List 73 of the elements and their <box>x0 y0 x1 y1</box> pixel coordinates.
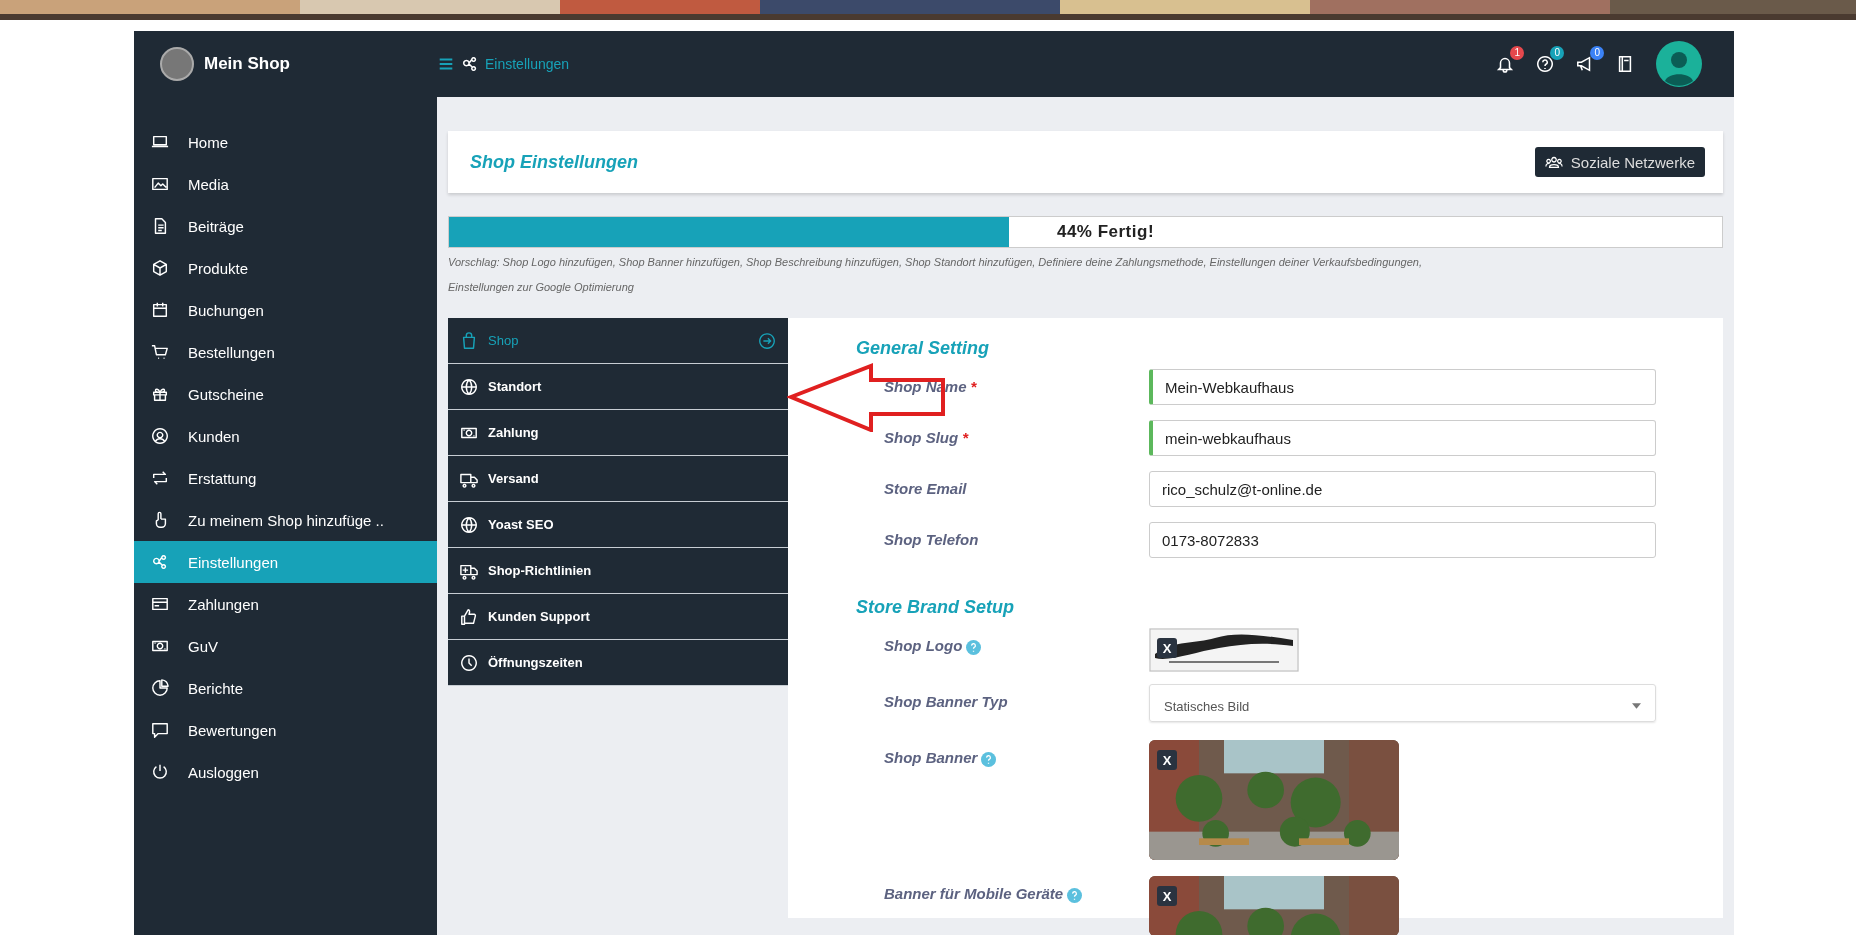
breadcrumb[interactable]: Einstellungen <box>485 56 570 72</box>
notification-badge: 0 <box>1550 46 1564 60</box>
suggestion-text: Vorschlag: Shop Logo hinzufügen, Shop Banner hinzufügen, Shop Beschreibung hinzufügen, Shop Standort hinzufügen, Definiere deine Zahlungsmethode, Einstellungen deiner Verkaufsbedingungen, Einstellungen zur Google Optimierung <box>448 255 1423 295</box>
sidebar-item[interactable]: Beiträge <box>134 205 437 247</box>
sidebar-item[interactable]: Ausloggen <box>134 751 437 793</box>
sidebar-item[interactable]: Zu meinem Shop hinzufüge .. <box>134 499 437 541</box>
pie-chart-icon <box>151 679 169 697</box>
remove-button[interactable]: X <box>1157 750 1177 770</box>
field-label: Shop Telefon <box>884 531 979 548</box>
text-field[interactable]: rico_schulz@t-online.de <box>1149 471 1656 507</box>
comment-icon <box>151 721 169 739</box>
thumbs-up-icon <box>460 607 478 626</box>
settings-tab[interactable]: Versand <box>448 456 788 502</box>
settings-tab[interactable]: Yoast SEO <box>448 502 788 548</box>
cart-icon <box>151 343 169 361</box>
sidebar-item[interactable]: Home <box>134 121 437 163</box>
sidebar-item[interactable]: Berichte <box>134 667 437 709</box>
settings-tab[interactable]: Shop-Richtlinien <box>448 548 788 594</box>
page-title: Shop Einstellungen <box>470 151 638 173</box>
section-heading: General Setting <box>856 338 991 359</box>
logo-icon <box>160 47 194 81</box>
settings-tab[interactable]: Kunden Support <box>448 594 788 640</box>
section-heading: Store Brand Setup <box>856 597 1016 618</box>
field-label: Shop Banner Typ <box>884 693 1008 710</box>
avatar[interactable] <box>1656 41 1702 87</box>
box-icon <box>151 259 169 277</box>
card-icon <box>151 595 169 613</box>
dropdown[interactable]: Statisches Bild <box>1149 684 1656 722</box>
sidebar-item[interactable]: Zahlungen <box>134 583 437 625</box>
caret-icon <box>1632 703 1641 709</box>
field-label: Shop Banner <box>884 749 978 766</box>
field-label: Banner für Mobile Geräte <box>884 885 1064 902</box>
text-field[interactable]: 0173-8072833 <box>1149 522 1656 558</box>
field-label: Store Email <box>884 480 967 497</box>
settings-tab[interactable]: Standort <box>448 364 788 410</box>
text-field[interactable]: mein-webkaufhaus <box>1149 420 1656 456</box>
help-icon[interactable] <box>1536 55 1554 73</box>
sidebar-item[interactable]: Produkte <box>134 247 437 289</box>
field-label: Shop Logo <box>884 637 963 654</box>
notification-badge: 1 <box>1510 46 1524 60</box>
settings-tab[interactable]: Öffnungszeiten <box>448 640 788 686</box>
settings-tab[interactable]: Shop <box>448 318 788 364</box>
sidebar-item[interactable]: Kunden <box>134 415 437 457</box>
repeat-icon <box>151 469 169 487</box>
required-mark: * <box>970 378 977 395</box>
sidebar-item[interactable]: Media <box>134 163 437 205</box>
globe-icon <box>460 515 478 534</box>
user-icon <box>151 427 169 445</box>
image-icon <box>151 175 169 193</box>
bag-icon <box>460 331 478 350</box>
shop-name: Mein Shop <box>204 54 290 74</box>
sidebar-item[interactable]: Bewertungen <box>134 709 437 751</box>
gift-icon <box>151 385 169 403</box>
remove-button[interactable]: X <box>1157 638 1177 658</box>
calendar-icon <box>151 301 169 319</box>
settings-tab[interactable]: Zahlung <box>448 410 788 456</box>
notification-badge: 0 <box>1590 46 1604 60</box>
sidebar-item[interactable]: Bestellungen <box>134 331 437 373</box>
progress-label: 44% Fertig! <box>1056 222 1155 242</box>
remove-button[interactable]: X <box>1157 886 1177 906</box>
required-mark: * <box>962 429 968 446</box>
social-networks-button[interactable]: Soziale Netzwerke <box>1534 147 1705 177</box>
sidebar-item[interactable]: Buchungen <box>134 289 437 331</box>
clock-icon <box>460 653 478 672</box>
power-icon <box>151 763 169 781</box>
text-field[interactable]: Mein-Webkaufhaus <box>1149 369 1656 405</box>
book-icon[interactable] <box>1616 55 1634 73</box>
bell-icon[interactable] <box>1496 55 1514 73</box>
field-label: Shop Slug <box>884 429 959 446</box>
sidebar-item[interactable]: Erstattung <box>134 457 437 499</box>
sidebar-item[interactable]: Gutscheine <box>134 373 437 415</box>
sidebar-item[interactable]: GuV <box>134 625 437 667</box>
globe-icon <box>460 377 478 396</box>
